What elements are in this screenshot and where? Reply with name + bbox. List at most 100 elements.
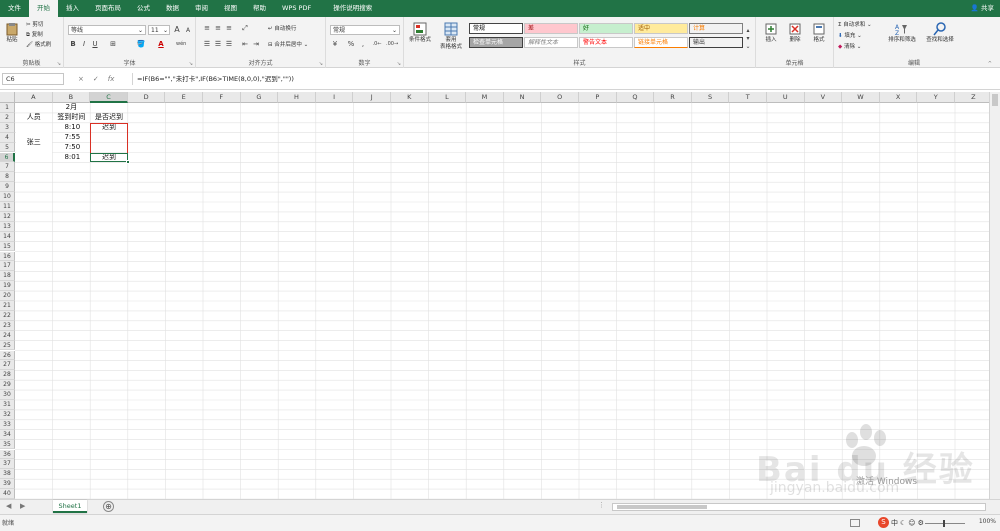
row-header-3[interactable]: 3 xyxy=(0,122,15,133)
cell-b4[interactable]: 7:55 xyxy=(53,133,91,143)
column-header-W[interactable]: W xyxy=(842,92,880,103)
row-header-31[interactable]: 31 xyxy=(0,400,15,410)
add-sheet-button[interactable]: ⊕ xyxy=(103,501,114,512)
decrease-font-button[interactable]: A xyxy=(183,27,193,35)
column-header-Q[interactable]: Q xyxy=(616,92,655,103)
column-header-B[interactable]: B xyxy=(52,92,91,103)
dialog-launcher-icon[interactable]: ↘ xyxy=(397,61,401,67)
column-header-P[interactable]: P xyxy=(579,92,617,103)
format-as-table-button[interactable]: 套用 表格格式 xyxy=(436,19,466,51)
row-header-15[interactable]: 15 xyxy=(0,241,15,252)
fill-color-icon[interactable]: 🪣 xyxy=(136,40,146,48)
formula-input[interactable]: =IF(B6="","未打卡",IF(B6>TIME(8,0,0),"迟到","… xyxy=(132,73,996,85)
cell-style-2[interactable]: 好 xyxy=(579,23,633,34)
row-header-22[interactable]: 22 xyxy=(0,310,15,321)
decrease-decimal-icon[interactable]: .00→ xyxy=(386,40,398,48)
row-header-28[interactable]: 28 xyxy=(0,370,15,381)
sheet-nav-next-icon[interactable]: ▶ xyxy=(20,502,25,510)
delete-cells-button[interactable]: 删除 xyxy=(784,19,806,44)
row-header-39[interactable]: 39 xyxy=(0,479,15,490)
cell-style-6[interactable]: 解释性文本 xyxy=(524,37,578,48)
worksheet-grid[interactable]: A B C D E F G H I J K L M N O P Q R S T U V W X Y Z 1 2 3 4 5 6 7 8 9 10 11 1… xyxy=(0,92,989,499)
column-header-I[interactable]: I xyxy=(315,92,354,103)
column-header-G[interactable]: G xyxy=(240,92,279,103)
ime-lang[interactable]: 中 xyxy=(891,518,898,528)
cell-style-8[interactable]: 链接单元格 xyxy=(634,37,688,48)
column-header-S[interactable]: S xyxy=(691,92,730,103)
merge-center-button[interactable]: ⊟ 合并后居中 ⌄ xyxy=(268,41,308,49)
row-header-5[interactable]: 5 xyxy=(0,142,15,153)
fill-handle[interactable] xyxy=(125,160,130,165)
dialog-launcher-icon[interactable]: ↘ xyxy=(189,61,193,67)
row-header-17[interactable]: 17 xyxy=(0,261,15,272)
find-select-button[interactable]: 查找和选择 xyxy=(922,19,958,44)
column-header-L[interactable]: L xyxy=(428,92,467,103)
menu-tab-6[interactable]: 审阅 xyxy=(187,0,216,17)
align-right-icon[interactable]: ☰ xyxy=(224,40,234,48)
column-header-D[interactable]: D xyxy=(127,92,166,103)
row-header-36[interactable]: 36 xyxy=(0,449,15,460)
row-header-14[interactable]: 14 xyxy=(0,231,15,242)
settings-icon[interactable]: ⚙ xyxy=(918,519,924,527)
horizontal-scrollbar[interactable] xyxy=(612,503,986,511)
wrap-text-button[interactable]: ↵ 自动换行 xyxy=(268,25,296,33)
cell-style-1[interactable]: 差 xyxy=(524,23,578,34)
hscroll-thumb[interactable] xyxy=(617,505,707,509)
menu-tab-5[interactable]: 数据 xyxy=(158,0,187,17)
enter-icon[interactable]: ✓ xyxy=(93,73,99,85)
cancel-icon[interactable]: × xyxy=(78,73,84,85)
zoom-slider[interactable] xyxy=(925,523,965,524)
percent-button[interactable]: % xyxy=(346,40,356,48)
cell-style-0[interactable]: 常规 xyxy=(469,23,523,34)
cell-style-3[interactable]: 适中 xyxy=(634,23,688,34)
row-header-33[interactable]: 33 xyxy=(0,419,15,430)
menu-tab-9[interactable]: WPS PDF xyxy=(274,0,319,17)
menu-tab-8[interactable]: 帮助 xyxy=(245,0,274,17)
gallery-down-icon[interactable]: ▾ xyxy=(743,35,753,43)
comma-button[interactable]: , xyxy=(358,40,368,48)
menu-tab-7[interactable]: 视图 xyxy=(216,0,245,17)
scroll-thumb[interactable] xyxy=(992,94,998,106)
dialog-launcher-icon[interactable]: ↘ xyxy=(57,61,61,67)
zoom-slider-thumb[interactable] xyxy=(943,520,945,527)
row-header-37[interactable]: 37 xyxy=(0,459,15,470)
row-header-2[interactable]: 2 xyxy=(0,112,15,123)
share-button[interactable]: 👤 共享 xyxy=(971,0,994,17)
column-header-K[interactable]: K xyxy=(391,92,429,103)
menu-tab-2[interactable]: 插入 xyxy=(58,0,87,17)
column-header-N[interactable]: N xyxy=(503,92,542,103)
row-header-7[interactable]: 7 xyxy=(0,162,15,173)
cell-b5[interactable]: 7:50 xyxy=(53,143,91,153)
align-bottom-icon[interactable]: ≡ xyxy=(224,24,234,32)
orientation-icon[interactable]: ⤢ xyxy=(240,24,250,32)
row-header-32[interactable]: 32 xyxy=(0,409,15,420)
column-header-V[interactable]: V xyxy=(804,92,843,103)
row-header-34[interactable]: 34 xyxy=(0,429,15,440)
moon-icon[interactable]: ☾ xyxy=(900,519,906,527)
row-header-24[interactable]: 24 xyxy=(0,330,15,341)
column-header-C[interactable]: C xyxy=(90,92,128,103)
zoom-level[interactable]: 100% xyxy=(979,518,996,525)
column-header-T[interactable]: T xyxy=(729,92,767,103)
bold-button[interactable]: B xyxy=(68,40,78,48)
font-color-button[interactable]: A xyxy=(156,40,166,48)
cell-style-5[interactable]: 检查单元格 xyxy=(469,37,523,48)
number-format-select[interactable]: 常规 ⌄ xyxy=(330,25,400,35)
format-cells-button[interactable]: 格式 xyxy=(808,19,830,44)
cell-b1[interactable]: 2月 xyxy=(53,103,91,113)
row-header-6[interactable]: 6 xyxy=(0,152,15,163)
row-header-18[interactable]: 18 xyxy=(0,271,15,282)
dialog-launcher-icon[interactable]: ↘ xyxy=(319,61,323,67)
autosum-button[interactable]: Σ 自动求和 ⌄ xyxy=(838,21,872,29)
row-header-9[interactable]: 9 xyxy=(0,182,15,193)
cell-a4[interactable]: 张三 xyxy=(15,138,53,148)
align-middle-icon[interactable]: ≡ xyxy=(213,24,223,32)
vertical-scrollbar[interactable] xyxy=(989,92,1000,499)
row-header-19[interactable]: 19 xyxy=(0,281,15,292)
insert-cells-button[interactable]: 插入 xyxy=(760,19,782,44)
cut-button[interactable]: ✂ 剪切 xyxy=(26,21,43,29)
row-header-10[interactable]: 10 xyxy=(0,192,15,202)
row-header-25[interactable]: 25 xyxy=(0,340,15,351)
row-header-1[interactable]: 1 xyxy=(0,103,15,113)
collapse-ribbon-icon[interactable]: ^ xyxy=(988,61,992,67)
